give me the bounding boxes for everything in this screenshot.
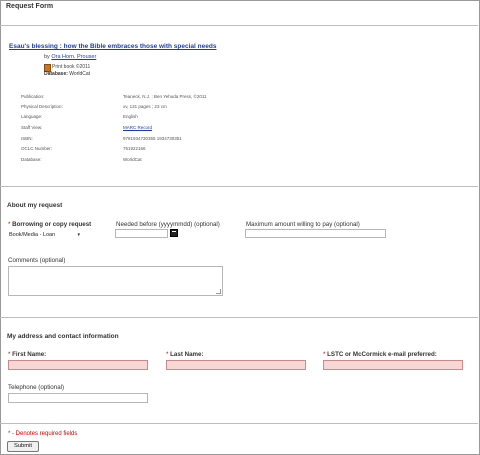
borrowing-type-value: Book/Media - Loan: [9, 232, 56, 238]
detail-value-database: WorldCat: [123, 157, 142, 162]
book-database: Database: WorldCat: [44, 71, 90, 77]
detail-label-isbn: ISBN:: [21, 136, 33, 141]
section-divider-3: [0, 423, 478, 424]
needed-before-label: Needed before (yyyymmdd) (optional): [116, 221, 220, 228]
telephone-input[interactable]: [8, 393, 148, 403]
calendar-icon[interactable]: [170, 229, 178, 237]
detail-value-isbn: 9781934730355 1934730351: [123, 136, 182, 141]
database-label: Database:: [44, 71, 68, 77]
author-link[interactable]: Ora Horn. Prouser: [51, 54, 96, 60]
book-format: Print book ©2011: [52, 64, 91, 70]
required-fields-note: * - Denotes required fields: [8, 431, 78, 437]
submit-button[interactable]: Submit: [7, 441, 39, 452]
detail-label-language: Language:: [21, 114, 43, 119]
detail-label-oclc: OCLC Number:: [21, 146, 53, 151]
needed-before-input[interactable]: [115, 229, 168, 238]
marc-record-link[interactable]: MARC Record: [123, 125, 152, 130]
detail-value-physical: xv, 131 pages ; 23 cm: [123, 104, 167, 109]
first-name-label: * First Name:: [8, 351, 46, 358]
borrowing-type-select[interactable]: Book/Media - Loan ▾: [8, 230, 82, 240]
detail-label-database: Database:: [21, 157, 42, 162]
detail-label-staff-view: Staff View:: [21, 125, 43, 130]
email-label-text: LSTC or McCormick e-mail preferred:: [327, 351, 437, 358]
by-prefix: by: [44, 54, 50, 60]
last-name-input[interactable]: [166, 360, 306, 370]
section-divider-1: [0, 186, 478, 187]
detail-value-publication: Teaneck, N.J. : Ben Yehuda Press, ©2011: [123, 94, 207, 99]
telephone-label: Telephone (optional): [8, 384, 65, 391]
first-name-label-text: First Name:: [12, 351, 47, 358]
book-title-link[interactable]: Esau's blessing : how the Bible embraces…: [9, 43, 216, 50]
required-star: *: [8, 221, 11, 228]
first-name-input[interactable]: [8, 360, 148, 370]
header-divider: [0, 25, 478, 26]
chevron-down-icon: ▾: [77, 232, 80, 238]
book-author-line: by Ora Horn. Prouser: [44, 54, 96, 60]
detail-value-oclc: 751922166: [123, 146, 146, 151]
detail-value-language: English: [123, 114, 138, 119]
resize-grip-icon[interactable]: [216, 289, 221, 294]
max-amount-label: Maximum amount willing to pay (optional): [246, 221, 360, 228]
detail-label-publication: Publication:: [21, 94, 45, 99]
required-star: *: [8, 351, 11, 358]
section-divider-2: [0, 317, 478, 318]
borrowing-label-text: Borrowing or copy request: [12, 221, 92, 228]
required-star: *: [323, 351, 326, 358]
section-title-contact: My address and contact information: [7, 333, 119, 340]
max-amount-input[interactable]: [245, 229, 386, 238]
last-name-label: * Last Name:: [166, 351, 204, 358]
database-value: WorldCat: [69, 71, 91, 77]
detail-label-physical: Physical Description:: [21, 104, 63, 109]
comments-label: Comments (optional): [8, 257, 66, 264]
comments-textarea[interactable]: [8, 266, 223, 296]
required-star: *: [166, 351, 169, 358]
email-input[interactable]: [323, 360, 463, 370]
borrowing-label: * Borrowing or copy request: [8, 221, 91, 228]
section-title-about: About my request: [7, 202, 63, 209]
last-name-label-text: Last Name:: [170, 351, 204, 358]
email-label: * LSTC or McCormick e-mail preferred:: [323, 351, 437, 358]
page-title: Request Form: [6, 3, 54, 10]
